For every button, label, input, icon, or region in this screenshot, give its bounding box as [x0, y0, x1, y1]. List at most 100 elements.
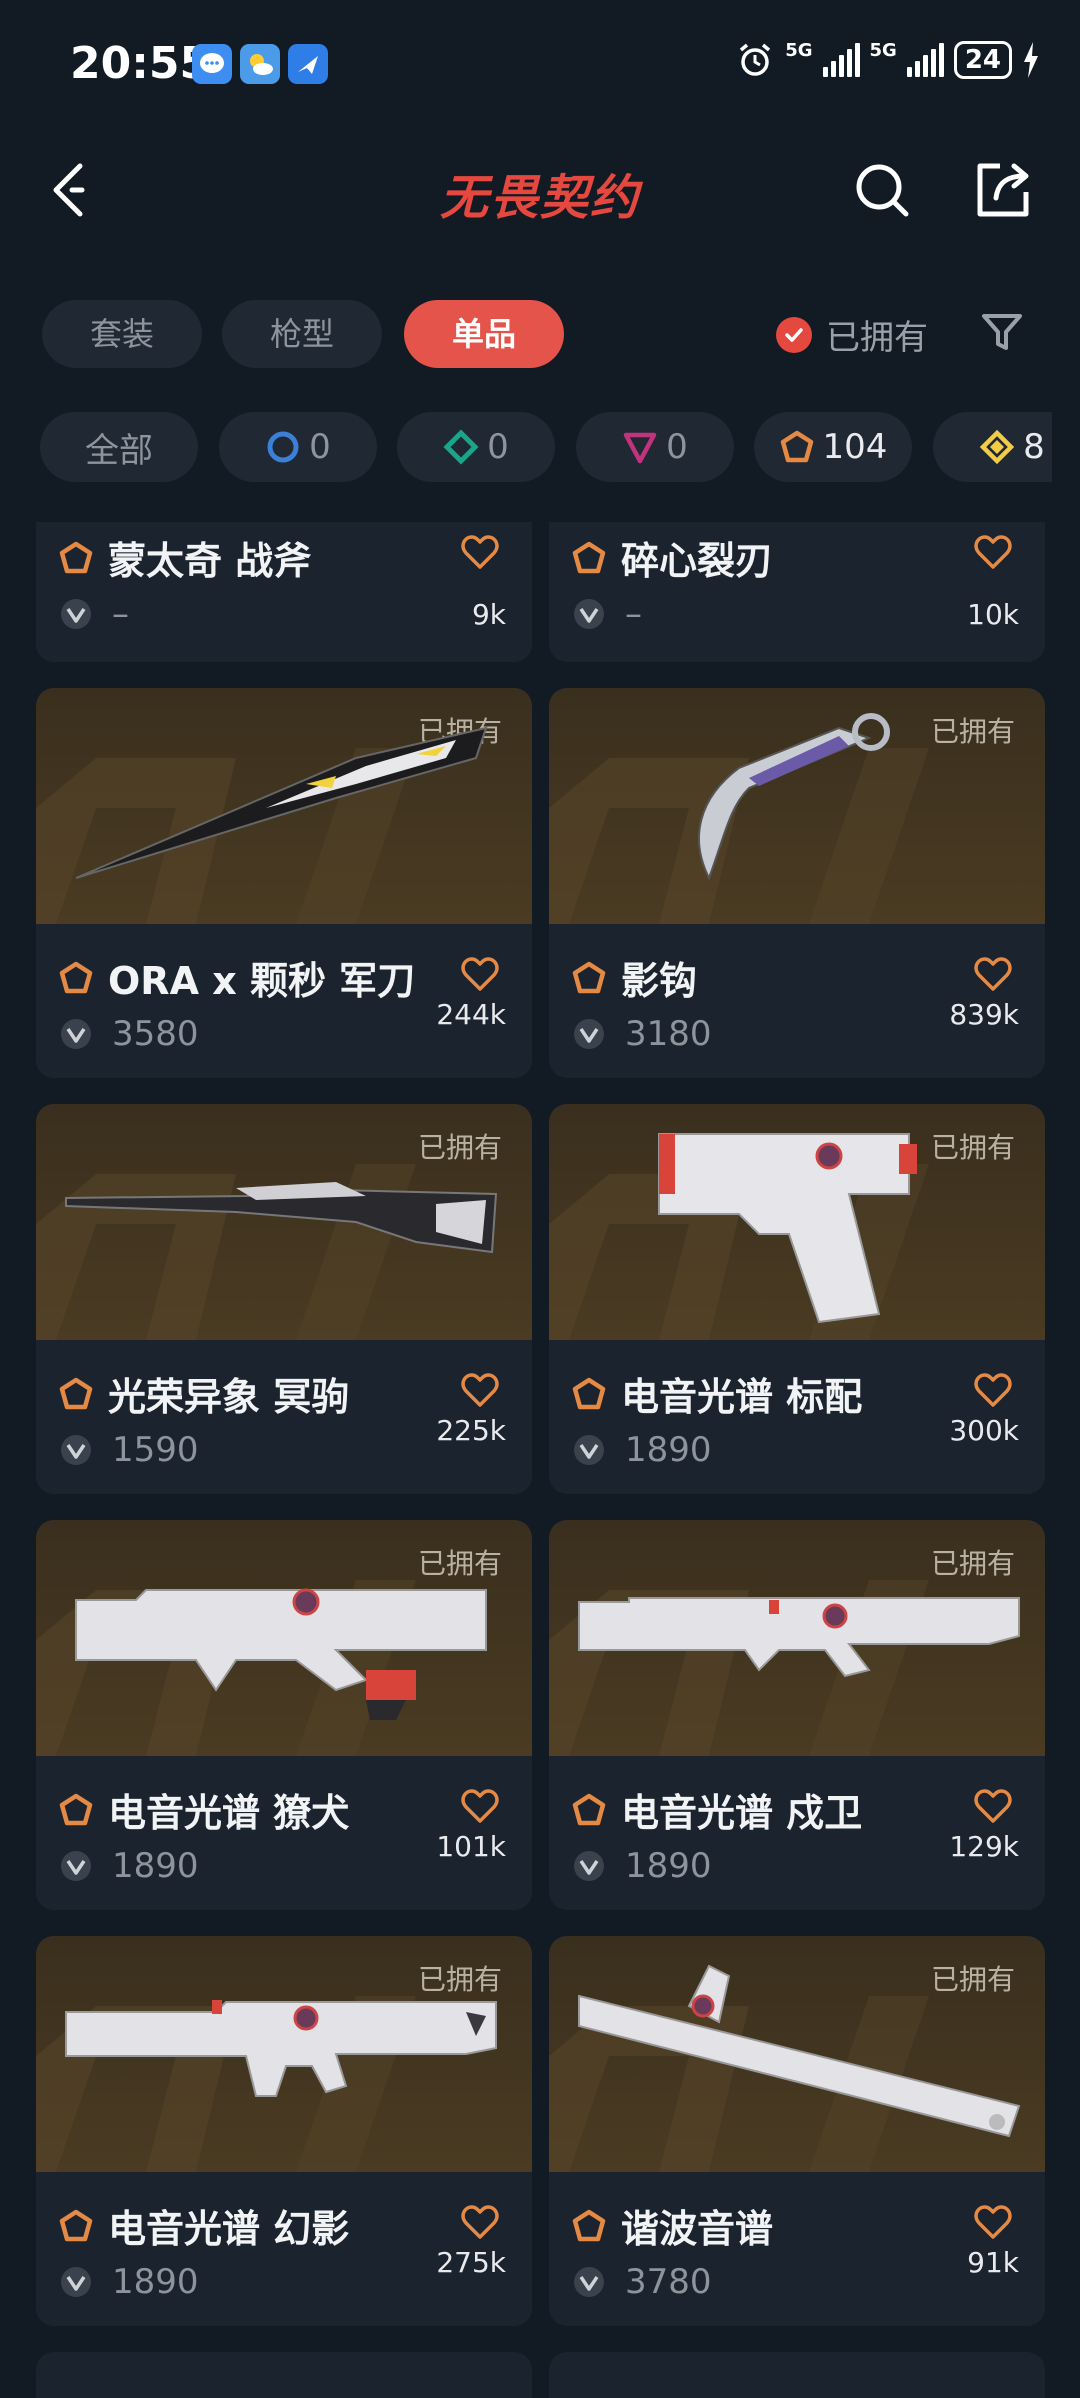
item-price: – — [112, 594, 129, 634]
item-card[interactable]: 已拥有 电音光谱 标配 1890 300k — [549, 1104, 1045, 1494]
vp-currency-icon — [61, 2267, 91, 2297]
tier-filter-row: 全部 0 0 0 104 8 — [40, 412, 1052, 484]
vp-currency-icon — [61, 1019, 91, 1049]
chip-count: 0 — [666, 427, 688, 467]
item-likes: 225k — [436, 1414, 506, 1447]
chip-deluxe-tier[interactable]: 0 — [397, 412, 555, 482]
tab-weapon-types[interactable]: 枪型 — [222, 300, 382, 368]
item-name: 电音光谱 戍卫 — [621, 1791, 863, 1835]
item-card[interactable]: 蒙太奇 战斧 – 9k — [36, 522, 532, 662]
chip-select-tier[interactable]: 0 — [219, 412, 377, 482]
item-name: 谐波音谱 — [621, 2207, 774, 2251]
chip-count: 104 — [822, 427, 888, 467]
chip-all[interactable]: 全部 — [40, 412, 198, 482]
premium-tier-icon — [623, 432, 657, 464]
filter-icon — [982, 314, 1022, 350]
heart-icon[interactable] — [973, 1786, 1013, 1826]
item-price: 3780 — [625, 2262, 712, 2302]
charging-icon — [1024, 42, 1038, 78]
item-likes: 244k — [436, 998, 506, 1031]
item-card[interactable]: 碎心裂刃 – 10k — [549, 522, 1045, 662]
heart-icon[interactable] — [460, 1370, 500, 1410]
filter-button[interactable] — [980, 310, 1024, 354]
tab-single-items[interactable]: 单品 — [404, 300, 564, 368]
item-price: 1590 — [112, 1430, 199, 1470]
search-icon — [856, 164, 909, 217]
search-button[interactable] — [852, 160, 912, 220]
chip-count: 0 — [309, 427, 331, 467]
exclusive-tier-icon — [59, 1377, 93, 1409]
check-icon — [776, 316, 812, 353]
item-name: 电音光谱 标配 — [621, 1375, 863, 1419]
item-likes: 91k — [967, 2246, 1019, 2279]
item-name: 蒙太奇 战斧 — [108, 539, 312, 583]
item-card[interactable]: 已拥有 电音光谱 戍卫 1890 129k — [549, 1520, 1045, 1910]
item-artwork: 已拥有 — [549, 688, 1045, 924]
signal-icon — [822, 43, 860, 77]
owned-filter-toggle[interactable]: 已拥有 — [776, 310, 928, 359]
chevron-left-icon — [53, 163, 85, 217]
pistol-weapon-image — [658, 1133, 917, 1324]
item-name: 电音光谱 幻影 — [108, 2207, 350, 2251]
item-likes: 129k — [949, 1830, 1019, 1863]
item-card[interactable]: 已拥有 ORA x 颗秒 军刀 3580 244k — [36, 688, 532, 1078]
item-card[interactable]: 已拥有 影钩 3180 839k — [549, 688, 1045, 1078]
exclusive-tier-icon — [572, 541, 606, 573]
vp-currency-icon — [61, 599, 91, 629]
page-title-logo: 无畏契约 — [439, 170, 640, 226]
heart-icon[interactable] — [460, 532, 500, 572]
heart-icon[interactable] — [973, 532, 1013, 572]
phantom-weapon-image — [65, 2000, 497, 2097]
chip-exclusive-tier[interactable]: 104 — [754, 412, 912, 482]
item-grid: 蒙太奇 战斧 – 9k 碎心裂刃 – 10k 已拥有 ORA x 颗秒 军刀 3… — [0, 522, 1080, 2398]
deluxe-tier-icon — [443, 429, 479, 465]
item-price: 1890 — [625, 1430, 712, 1470]
battery-indicator: 24 — [953, 41, 1012, 79]
item-artwork: 已拥有 — [549, 1104, 1045, 1340]
exclusive-tier-icon — [572, 2209, 606, 2241]
status-bar: 20:55 5G 5G 24 — [0, 0, 1080, 130]
item-likes: 839k — [949, 998, 1019, 1031]
heart-icon[interactable] — [973, 2202, 1013, 2242]
item-card[interactable] — [549, 2352, 1045, 2398]
item-card[interactable]: 已拥有 电音光谱 獠犬 1890 101k — [36, 1520, 532, 1910]
item-artwork: 已拥有 — [36, 1104, 532, 1340]
exclusive-tier-icon — [572, 1793, 606, 1825]
heart-icon[interactable] — [460, 2202, 500, 2242]
item-card[interactable]: 已拥有 光荣异象 冥驹 1590 225k — [36, 1104, 532, 1494]
status-right: 5G 5G 24 — [735, 40, 1040, 80]
messages-app-icon — [192, 44, 232, 84]
item-price: – — [625, 594, 642, 634]
heart-icon[interactable] — [460, 954, 500, 994]
tab-bundles[interactable]: 套装 — [42, 300, 202, 368]
chip-label: 全部 — [85, 430, 153, 471]
item-likes: 300k — [949, 1414, 1019, 1447]
item-card[interactable]: 已拥有 谐波音谱 3780 91k — [549, 1936, 1045, 2326]
chip-ultra-tier[interactable]: 8 — [933, 412, 1052, 482]
item-name: 碎心裂刃 — [621, 539, 774, 583]
signal-icon — [906, 43, 944, 77]
back-button[interactable] — [48, 160, 88, 220]
vp-currency-icon — [61, 1851, 91, 1881]
chip-premium-tier[interactable]: 0 — [576, 412, 734, 482]
exclusive-tier-icon — [59, 1793, 93, 1825]
item-artwork: 已拥有 — [36, 1936, 532, 2172]
item-name: 光荣异象 冥驹 — [108, 1375, 350, 1419]
alarm-icon — [740, 43, 771, 76]
item-card[interactable] — [36, 2352, 532, 2398]
heart-icon[interactable] — [973, 1370, 1013, 1410]
share-button[interactable] — [972, 160, 1032, 220]
select-tier-icon — [267, 431, 299, 463]
item-card[interactable]: 已拥有 电音光谱 幻影 1890 275k — [36, 1936, 532, 2326]
rifle-weapon-image — [75, 1588, 487, 1720]
item-name: 电音光谱 獠犬 — [108, 1791, 350, 1835]
owned-filter-label: 已拥有 — [826, 318, 928, 358]
vp-currency-icon — [574, 1019, 604, 1049]
exclusive-tier-icon — [780, 430, 813, 463]
item-price: 1890 — [112, 2262, 199, 2302]
vp-currency-icon — [574, 1851, 604, 1881]
item-likes: 101k — [436, 1830, 506, 1863]
heart-icon[interactable] — [973, 954, 1013, 994]
item-price: 1890 — [625, 1846, 712, 1886]
heart-icon[interactable] — [460, 1786, 500, 1826]
